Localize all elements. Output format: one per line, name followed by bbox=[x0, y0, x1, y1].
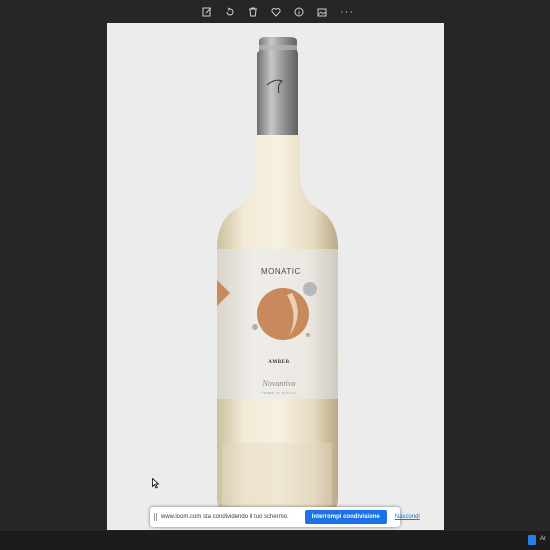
bottle-brand-label: MONATIC bbox=[261, 267, 301, 276]
edit-icon[interactable] bbox=[200, 5, 215, 20]
info-icon[interactable] bbox=[292, 5, 307, 20]
stop-sharing-button[interactable]: Interrompi condivisione bbox=[304, 510, 387, 524]
taskbar-item-label[interactable]: Ar bbox=[540, 536, 546, 542]
bottle-wine-name: AMBER bbox=[268, 360, 290, 365]
photo-canvas: MONATIC AMBER Novantiva TERRE DI SICILIA bbox=[107, 23, 444, 530]
rotate-icon[interactable] bbox=[223, 5, 238, 20]
delete-icon[interactable] bbox=[246, 5, 261, 20]
favorite-icon[interactable] bbox=[269, 5, 284, 20]
screen-share-bar: www.loom.com sta condividendo il tuo sch… bbox=[150, 507, 420, 527]
share-message: www.loom.com sta condividendo il tuo sch… bbox=[161, 514, 289, 520]
mouse-cursor-icon bbox=[152, 478, 160, 489]
edit-image-icon[interactable] bbox=[315, 5, 330, 20]
photo-viewer-toolbar: ··· bbox=[0, 4, 550, 20]
more-icon[interactable]: ··· bbox=[340, 5, 355, 20]
bottle-producer-subtitle: TERRE DI SICILIA bbox=[261, 391, 297, 395]
drag-handle-icon[interactable] bbox=[154, 513, 157, 521]
taskbar bbox=[0, 531, 550, 550]
hide-link[interactable]: Nascondi bbox=[395, 514, 420, 520]
file-icon[interactable] bbox=[528, 535, 536, 545]
bottle-producer: Novantiva bbox=[262, 379, 296, 388]
wine-bottle-image bbox=[217, 37, 338, 514]
